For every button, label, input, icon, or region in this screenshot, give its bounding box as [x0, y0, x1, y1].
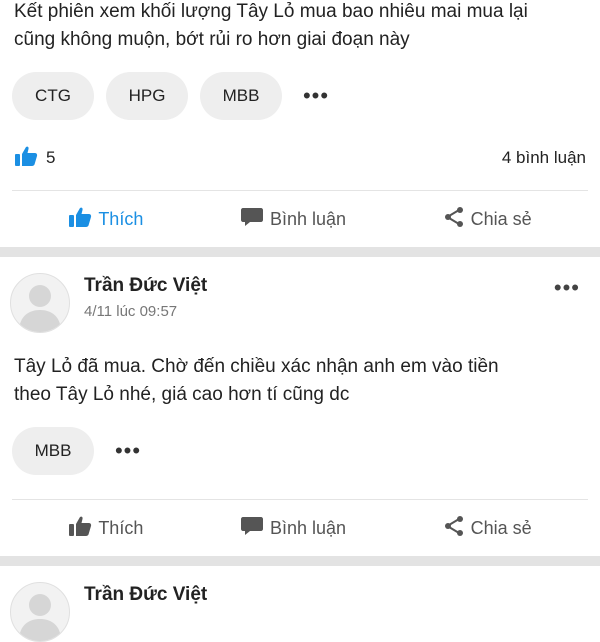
avatar[interactable] [10, 582, 70, 642]
share-button[interactable]: Chia sẻ [443, 206, 532, 233]
tag-chip-mbb[interactable]: MBB [200, 72, 282, 120]
post-content-line-1: Kết phiên xem khối lượng Tây Lỏ mua bao … [14, 1, 528, 22]
tag-chip-hpg[interactable]: HPG [106, 72, 188, 120]
comment-button-label: Bình luận [269, 208, 347, 229]
post-options-button[interactable]: ••• [554, 275, 580, 301]
post-content-line-2: theo Tây Lỏ nhé, giá cao hơn tí cũng dc [14, 384, 350, 405]
thumbs-up-icon [68, 515, 92, 542]
tag-list: CTG HPG MBB ••• [0, 72, 600, 120]
author-block: Trần Đức Việt 4/11 lúc 09:57 [84, 273, 207, 320]
tag-chip-mbb[interactable]: MBB [12, 427, 94, 475]
share-icon [443, 515, 465, 542]
avatar[interactable] [10, 273, 70, 333]
comment-button[interactable]: Bình luận [240, 206, 346, 233]
tag-list: MBB ••• [0, 427, 600, 475]
post-1: Kết phiên xem khối lượng Tây Lỏ mua bao … [0, 0, 600, 247]
more-tags-button[interactable]: ••• [106, 427, 150, 475]
post-content: Kết phiên xem khối lượng Tây Lỏ mua bao … [0, 0, 600, 54]
like-button-label: Thích [98, 517, 144, 538]
tag-chip-ctg[interactable]: CTG [12, 72, 94, 120]
comment-button-label: Bình luận [269, 517, 347, 538]
speech-bubble-icon [240, 206, 264, 233]
share-button-label: Chia sẻ [470, 517, 532, 538]
post-header: Trần Đức Việt [0, 566, 600, 642]
like-button[interactable]: Thích [68, 206, 143, 233]
post-content-line-2: cũng không muộn, bớt rủi ro hơn giai đoạ… [14, 29, 410, 50]
post-separator [0, 556, 600, 566]
like-button[interactable]: Thích [68, 515, 143, 542]
default-user-avatar-icon [19, 285, 61, 332]
post-content: Tây Lỏ đã mua. Chờ đến chiều xác nhận an… [0, 353, 600, 409]
speech-bubble-icon [240, 515, 264, 542]
comment-button[interactable]: Bình luận [240, 515, 346, 542]
author-name[interactable]: Trần Đức Việt [84, 584, 207, 606]
share-icon [443, 206, 465, 233]
post-stats: 5 4 bình luận [0, 138, 600, 178]
post-header: Trần Đức Việt 4/11 lúc 09:57 ••• [0, 257, 600, 333]
like-summary[interactable]: 5 [14, 145, 55, 172]
like-count: 5 [46, 148, 56, 167]
post-content-line-1: Tây Lỏ đã mua. Chờ đến chiều xác nhận an… [14, 356, 499, 377]
thumbs-up-icon [14, 145, 38, 172]
like-button-label: Thích [98, 208, 144, 229]
thumbs-up-icon [68, 206, 92, 233]
default-user-avatar-icon [19, 594, 61, 641]
post-actions: Thích Bình luận Chia sẻ [0, 191, 600, 247]
comment-count-link[interactable]: 4 bình luận [502, 148, 586, 168]
post-timestamp: 4/11 lúc 09:57 [84, 303, 178, 320]
post-actions: Thích Bình luận Chia sẻ [0, 500, 600, 556]
author-block: Trần Đức Việt [84, 582, 207, 606]
author-name[interactable]: Trần Đức Việt [84, 275, 207, 297]
post-2: Trần Đức Việt 4/11 lúc 09:57 ••• Tây Lỏ … [0, 257, 600, 556]
post-separator [0, 247, 600, 257]
share-button[interactable]: Chia sẻ [443, 515, 532, 542]
more-tags-button[interactable]: ••• [294, 72, 338, 120]
share-button-label: Chia sẻ [470, 208, 532, 229]
post-3: Trần Đức Việt [0, 566, 600, 642]
